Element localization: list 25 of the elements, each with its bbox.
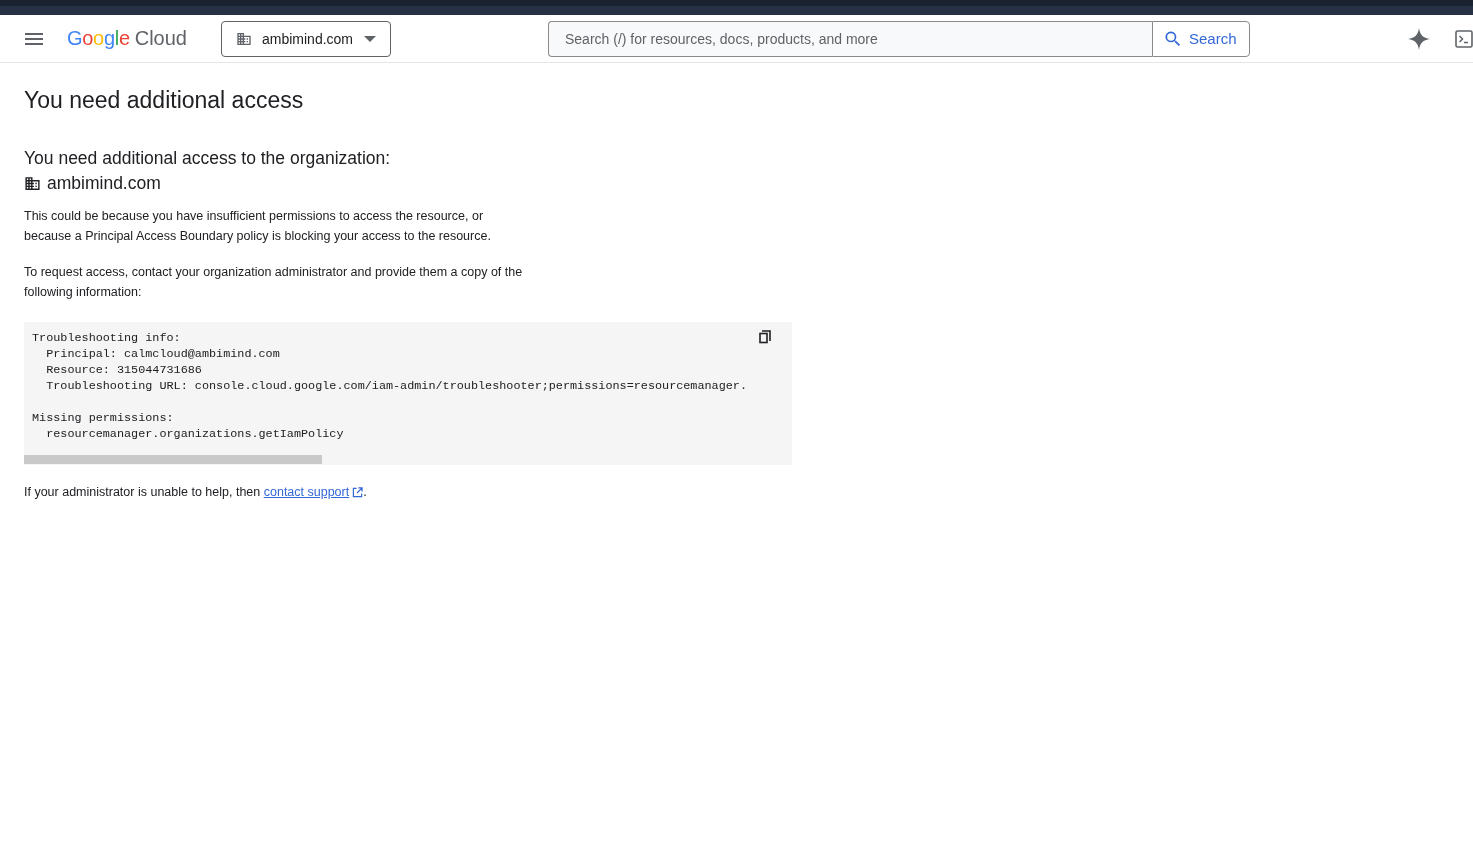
code-line: Troubleshooting URL: console.cloud.google.com/iam-admin/troubleshooter;permissions=resourcemanager. [45,378,747,394]
access-message: You need additional access to the organization: [24,148,392,169]
external-link-icon [352,486,364,498]
code-line: resourcemanager.organizations.getIamPolicy [45,426,344,442]
contact-support-link[interactable]: contact support [263,485,364,499]
search-button[interactable]: Search [1152,20,1250,57]
building-icon [24,175,41,192]
info-paragraph: To request access, contact your organization administrator and provide them a copy of the following information: [24,264,524,301]
organization-name: ambimind.com [47,173,161,194]
page-title: You need additional access [24,87,305,114]
code-line: Resource: 315044731686 [45,362,202,378]
help-text: If your administrator is unable to help, then contact support . [24,485,368,499]
code-line: Troubleshooting info: [32,330,181,346]
search-field[interactable]: Search (/) for resources, docs, products, and more [548,20,1152,57]
logo-product[interactable]: Cloud [134,27,187,50]
copy-button[interactable] [758,330,772,344]
terminal-button[interactable] [1455,29,1473,48]
scrollbar-thumb[interactable] [24,455,322,464]
caret-icon [364,35,376,42]
code-line: Missing permissions: [32,410,174,426]
organization-picker[interactable]: ambimind.com [221,20,391,57]
info-paragraph: This could be because you have insufficient permissions to access the resource, or because a Principal Access Boundary policy is blocking your access to the resource. [24,208,492,245]
building-icon [236,30,252,47]
logo-brand[interactable]: Google [67,27,130,50]
code-line: Principal: calmcloud@ambimind.com [45,346,280,362]
